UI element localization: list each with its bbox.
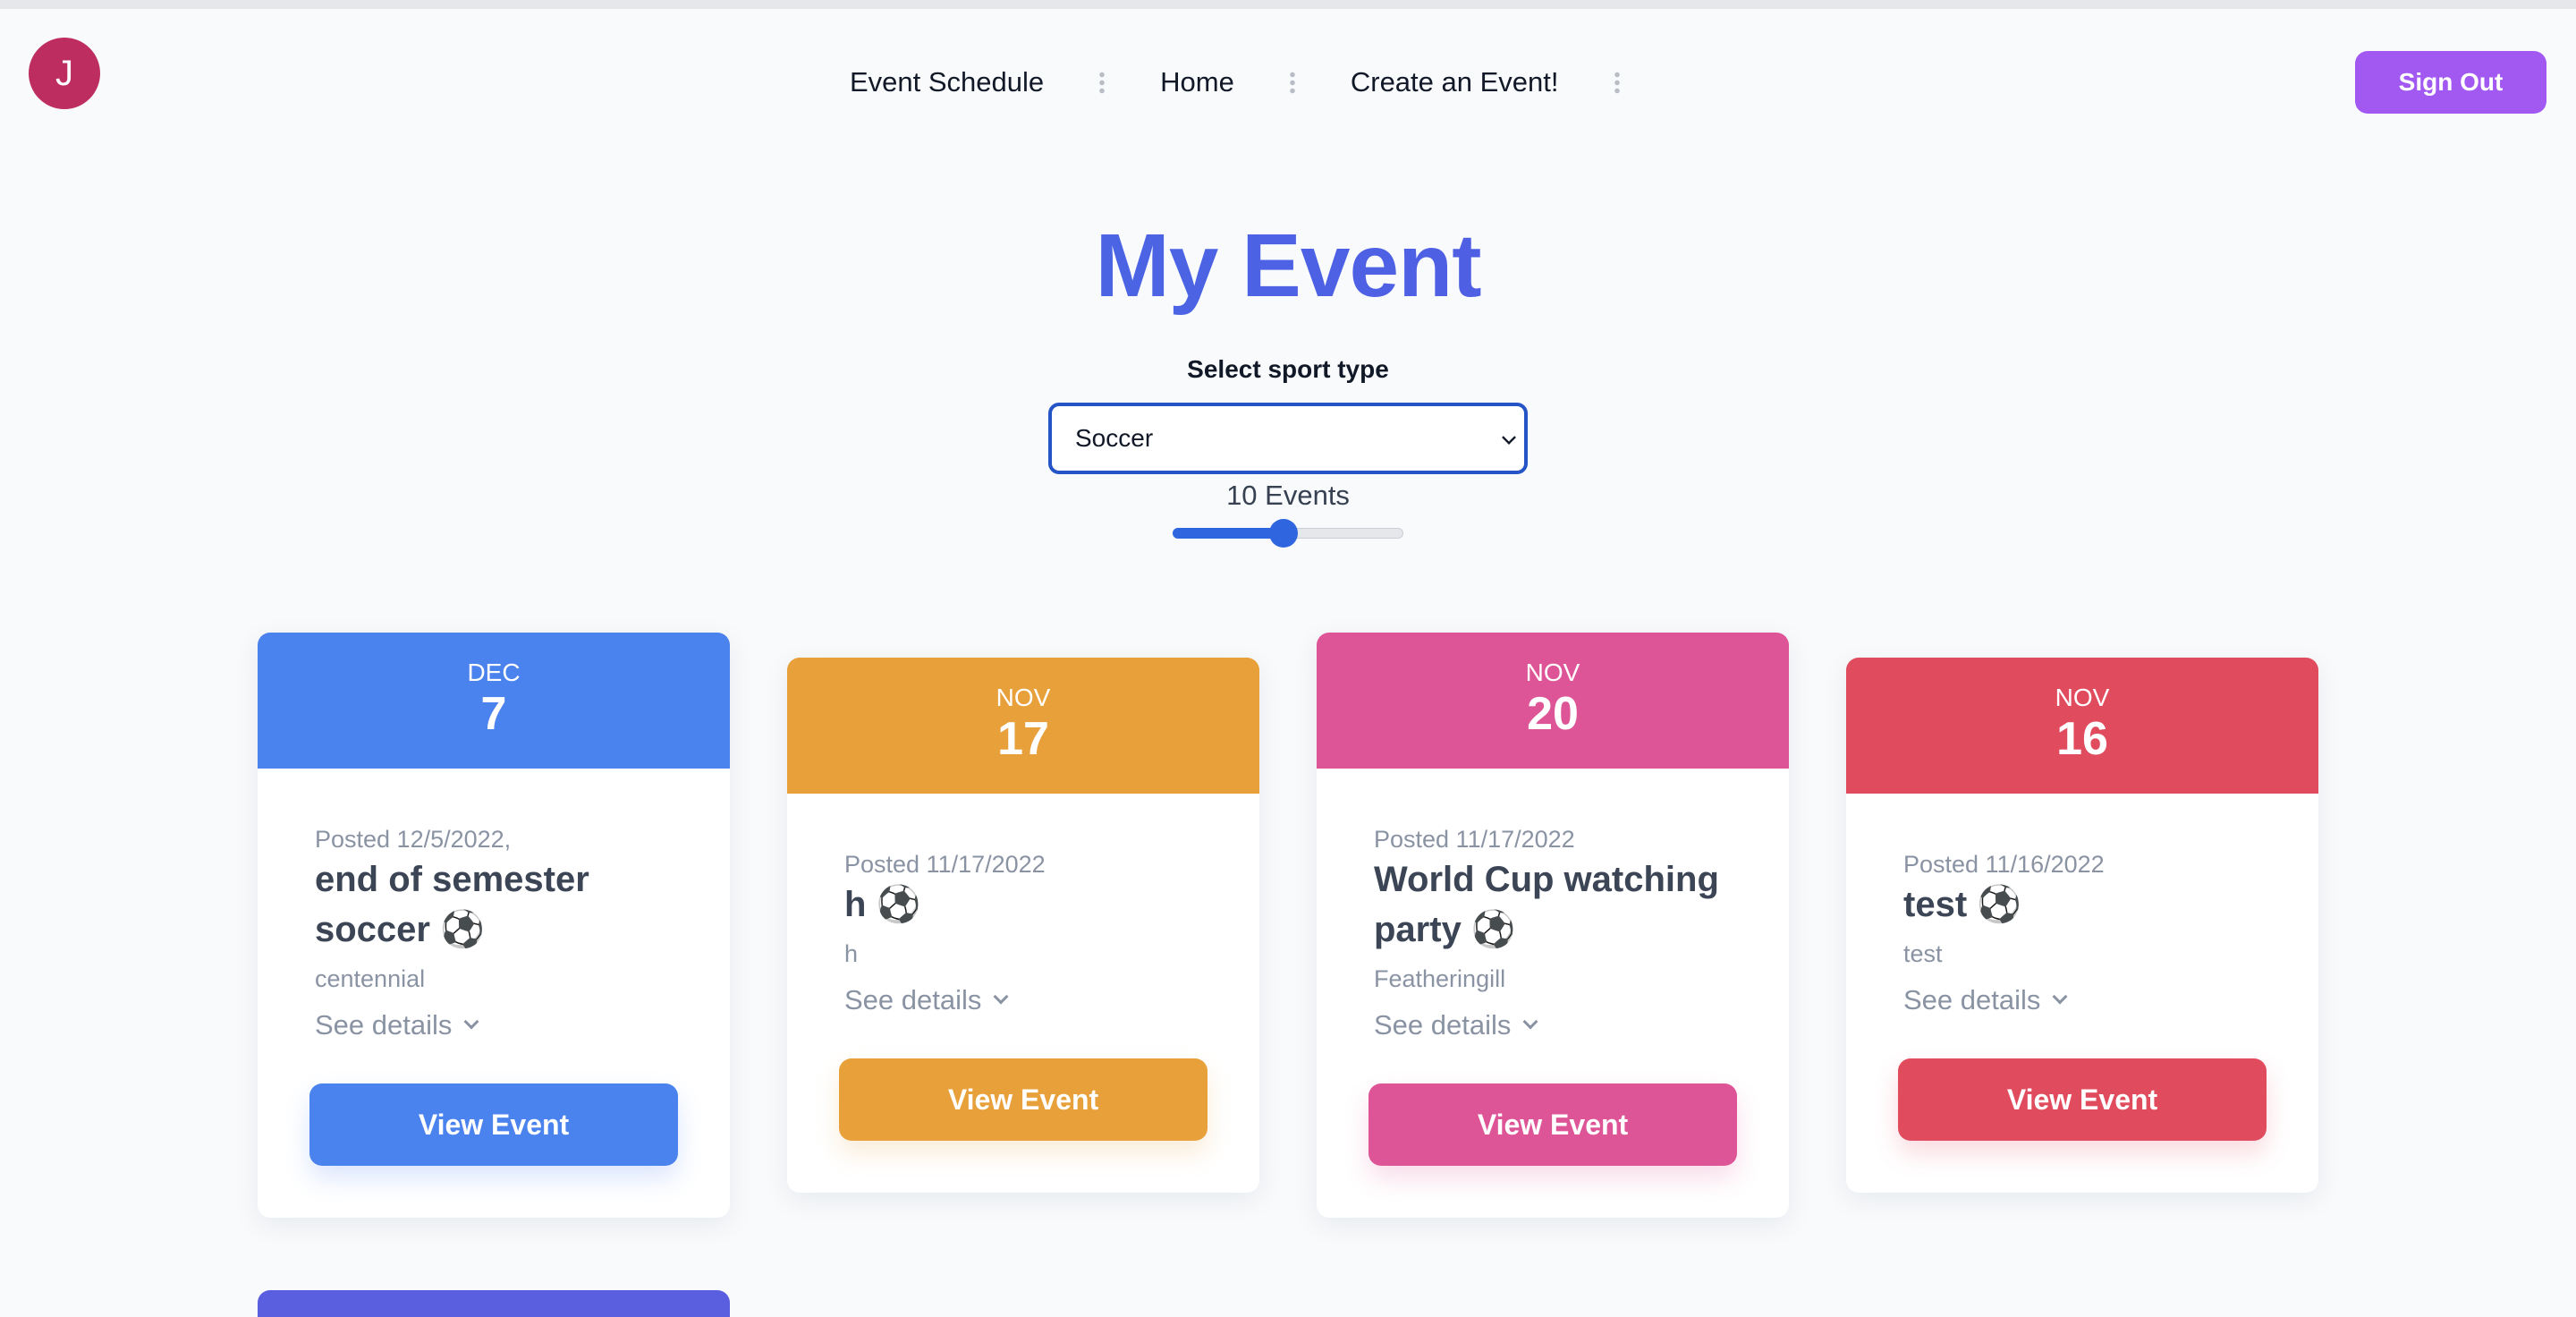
card-posted-date: Posted 11/17/2022 <box>844 851 1046 878</box>
see-details-toggle[interactable]: See details <box>1903 978 2068 1023</box>
card-title-line2: party ⚽ <box>1374 910 1516 949</box>
view-event-button[interactable]: View Event <box>1898 1058 2267 1141</box>
nav-separator-icon <box>1614 71 1620 94</box>
card-location: test <box>1903 940 1943 967</box>
see-details-label: See details <box>1374 1009 1512 1041</box>
slider-thumb[interactable] <box>1268 519 1298 548</box>
card-date-header: NOV 17 <box>787 658 1259 794</box>
see-details-label: See details <box>1903 984 2041 1015</box>
chevron-down-icon <box>1502 430 1516 445</box>
card-day: 16 <box>2056 713 2108 765</box>
sign-out-button[interactable]: Sign Out <box>2355 51 2546 114</box>
card-location: h <box>844 940 859 967</box>
page-title: My Event <box>0 215 2576 318</box>
card-month: DEC <box>467 658 521 686</box>
card-posted-date: Posted 11/17/2022 <box>1374 826 1575 853</box>
card-day: 7 <box>480 688 507 740</box>
event-card: NOV 20 Posted 11/17/2022 World Cup watch… <box>1317 633 1789 1218</box>
see-details-toggle[interactable]: See details <box>1374 1003 1538 1048</box>
card-title-line1: end of semester <box>315 860 589 899</box>
nav-separator-icon <box>1289 71 1295 94</box>
see-details-toggle[interactable]: See details <box>315 1003 479 1048</box>
nav-link-create-event[interactable]: Create an Event! <box>1351 66 1559 98</box>
event-card: NOV 17 Posted 11/17/2022 h ⚽ h See detai… <box>787 658 1259 1193</box>
card-location: Featheringill <box>1374 965 1506 992</box>
card-title-line1: World Cup watching <box>1374 860 1719 899</box>
sport-type-label: Select sport type <box>1187 355 1389 383</box>
events-count: 10 Events <box>1226 480 1350 511</box>
view-event-button[interactable]: View Event <box>309 1083 678 1166</box>
card-location: centennial <box>315 965 426 992</box>
card-date-header: NOV 20 <box>1317 633 1789 769</box>
top-border <box>0 0 2576 9</box>
view-event-button[interactable]: View Event <box>1368 1083 1737 1166</box>
chevron-down-icon <box>1522 1014 1538 1030</box>
chevron-down-icon <box>2052 989 2068 1005</box>
see-details-label: See details <box>315 1009 453 1041</box>
card-day: 17 <box>997 713 1049 765</box>
avatar[interactable]: J <box>29 38 100 109</box>
avatar-initial: J <box>55 53 73 93</box>
event-card-partial <box>258 1290 730 1317</box>
card-title-line1: h ⚽ <box>844 885 921 924</box>
see-details-label: See details <box>844 984 982 1015</box>
sport-type-value: Soccer <box>1075 424 1154 452</box>
card-date-header: DEC 7 <box>258 633 730 769</box>
card-posted-date: Posted 11/16/2022 <box>1903 851 2105 878</box>
view-event-button[interactable]: View Event <box>839 1058 1208 1141</box>
card-title-line2: soccer ⚽ <box>315 910 485 949</box>
card-month: NOV <box>1525 658 1580 686</box>
event-card: NOV 16 Posted 11/16/2022 test ⚽ test See… <box>1846 658 2318 1193</box>
card-title-line1: test ⚽ <box>1903 885 2022 924</box>
nav-link-event-schedule[interactable]: Event Schedule <box>850 66 1044 98</box>
chevron-down-icon <box>463 1014 479 1030</box>
card-day: 20 <box>1527 688 1579 740</box>
card-posted-date: Posted 12/5/2022, <box>315 826 512 853</box>
slider-fill <box>1173 528 1284 539</box>
chevron-down-icon <box>993 989 1009 1005</box>
event-card: DEC 7 Posted 12/5/2022, end of semester … <box>258 633 730 1218</box>
navbar: J Event Schedule Home Create an Event! S… <box>0 9 2576 136</box>
nav-separator-icon <box>1099 71 1106 94</box>
card-month: NOV <box>2055 684 2110 711</box>
nav-link-home[interactable]: Home <box>1160 66 1234 98</box>
card-month: NOV <box>996 684 1051 711</box>
nav-links: Event Schedule Home Create an Event! <box>850 54 1675 111</box>
sport-type-select[interactable]: Soccer <box>1048 403 1528 474</box>
card-date-header: NOV 16 <box>1846 658 2318 794</box>
events-count-slider[interactable] <box>1173 519 1403 548</box>
see-details-toggle[interactable]: See details <box>844 978 1009 1023</box>
